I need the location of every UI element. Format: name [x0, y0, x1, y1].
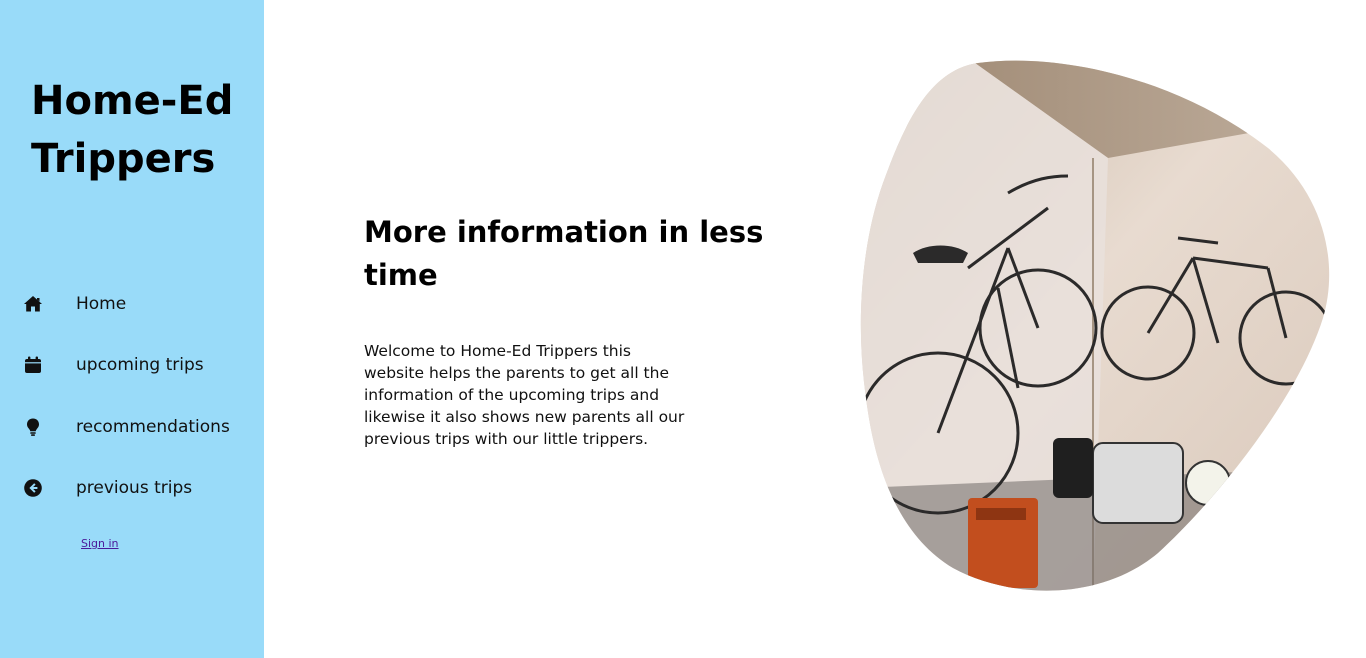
bicycles-hanging-on-wall-photo [858, 58, 1334, 598]
sidebar: Home-Ed Trippers Home upcoming trips rec… [0, 0, 264, 658]
calendar-icon [23, 355, 43, 375]
site-title-line1: Home-Ed [31, 78, 234, 124]
lightbulb-icon [23, 417, 43, 437]
sign-in-link[interactable]: Sign in [81, 537, 119, 550]
sidebar-item-home[interactable]: Home [0, 284, 264, 324]
sidebar-item-label: upcoming trips [76, 355, 204, 375]
sidebar-item-upcoming-trips[interactable]: upcoming trips [0, 345, 264, 385]
sidebar-item-label: recommendations [76, 417, 230, 437]
sidebar-item-recommendations[interactable]: recommendations [0, 407, 264, 447]
sidebar-item-label: previous trips [76, 478, 193, 498]
site-title-line2: Trippers [31, 136, 216, 182]
sidebar-item-previous-trips[interactable]: previous trips [0, 468, 264, 508]
home-icon [23, 294, 43, 314]
arrow-circle-left-icon [23, 478, 43, 498]
page-title: More information in less time [364, 215, 764, 292]
site-title: Home-Ed Trippers [31, 72, 256, 188]
page: Home-Ed Trippers Home upcoming trips rec… [0, 0, 1366, 658]
intro-text: Welcome to Home-Ed Trippers this website… [364, 342, 685, 448]
sidebar-item-label: Home [76, 294, 127, 314]
